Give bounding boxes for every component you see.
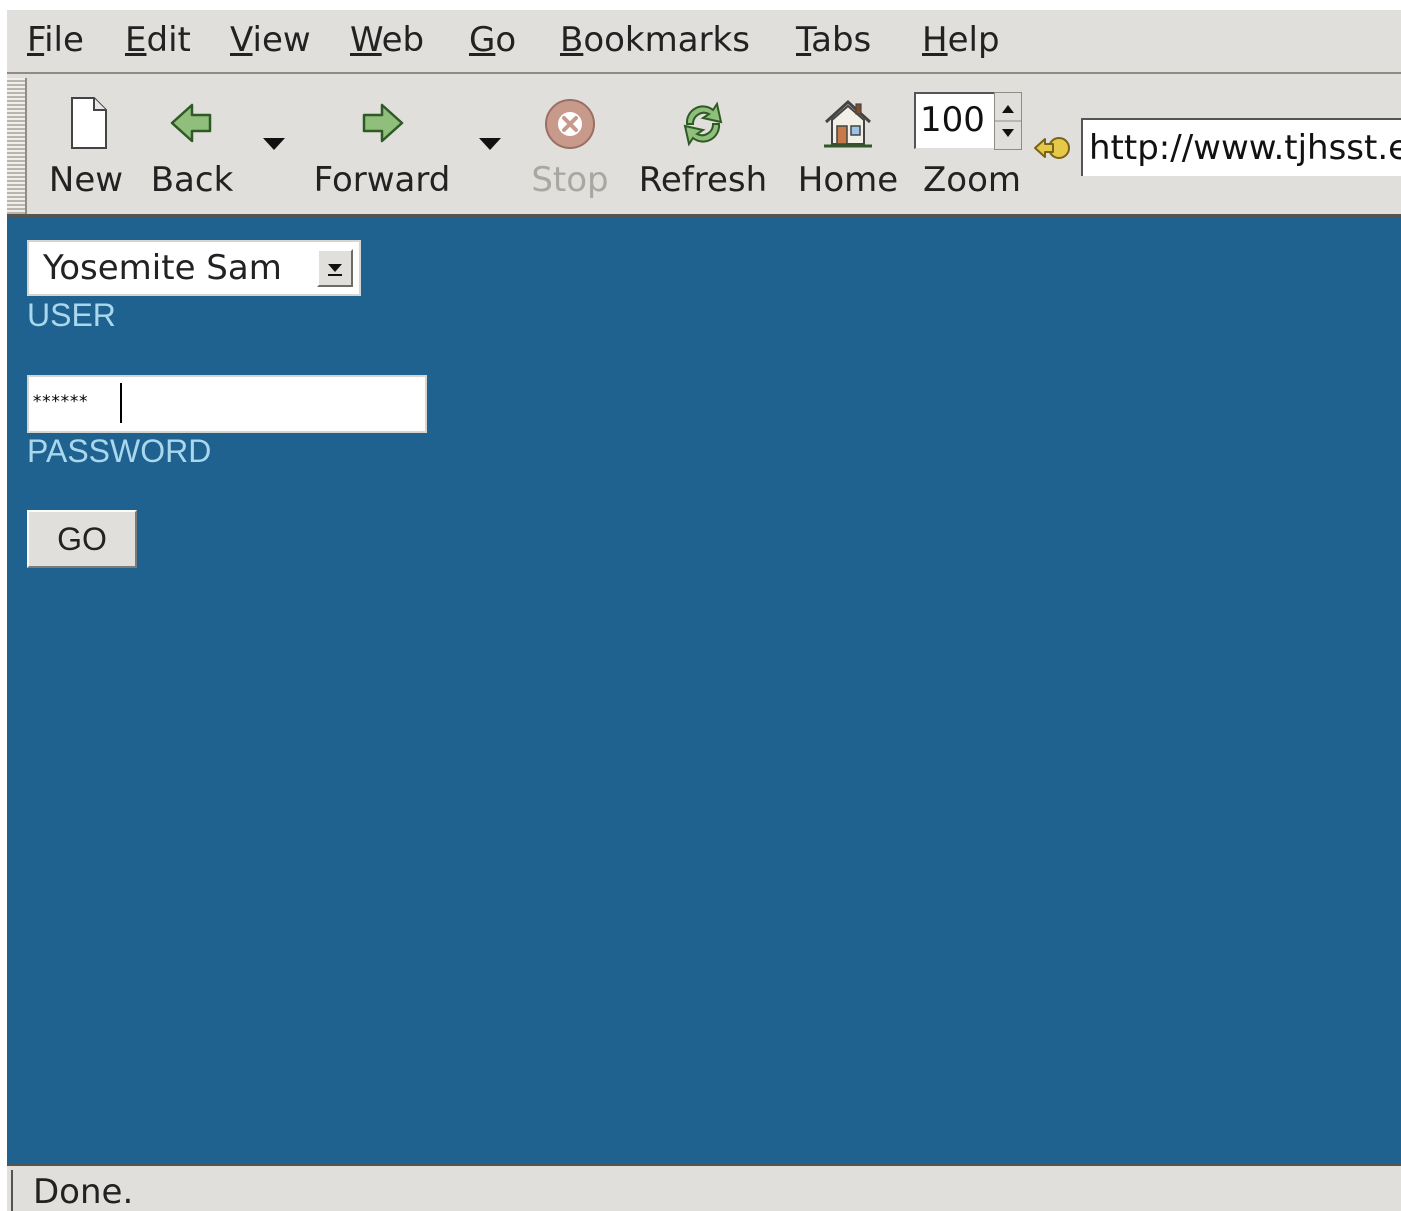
menu-edit[interactable]: Edit — [125, 20, 191, 60]
stop-button[interactable]: Stop — [525, 88, 615, 206]
go-arrow-icon[interactable] — [1033, 130, 1071, 164]
menu-tabs[interactable]: Tabs — [796, 20, 871, 60]
menu-view[interactable]: View — [230, 20, 311, 60]
menu-go[interactable]: Go — [469, 20, 516, 60]
refresh-button[interactable]: Refresh — [633, 88, 773, 206]
menu-help[interactable]: Help — [922, 20, 1000, 60]
chevron-down-icon — [328, 264, 342, 276]
url-field[interactable]: http://www.tjhsst.edu — [1081, 118, 1401, 176]
arrow-left-icon — [170, 103, 212, 143]
refresh-icon — [683, 101, 723, 147]
home-label: Home — [797, 160, 899, 200]
menu-file[interactable]: File — [27, 20, 84, 60]
zoom-label: Zoom — [922, 160, 1021, 200]
back-button[interactable]: Back — [147, 88, 237, 206]
user-label: USER — [27, 297, 116, 333]
password-label: PASSWORD — [27, 433, 212, 469]
browser-window: File Edit View Web Go Bookmarks Tabs Hel… — [0, 0, 1401, 1211]
password-field[interactable]: ****** — [27, 375, 427, 433]
status-text: Done. — [11, 1170, 133, 1211]
forward-button[interactable]: Forward — [307, 88, 457, 206]
text-caret — [120, 383, 122, 423]
spin-arrows-icon — [995, 105, 1021, 137]
stop-label: Stop — [531, 160, 609, 200]
zoom-field[interactable]: 100 — [914, 92, 997, 149]
new-button[interactable]: New — [43, 88, 129, 206]
user-select-value: Yosemite Sam — [43, 248, 282, 288]
go-button[interactable]: GO — [27, 510, 137, 568]
password-value: ****** — [32, 392, 88, 412]
forward-history-dropdown-icon[interactable] — [477, 134, 503, 154]
arrow-right-icon — [362, 103, 404, 143]
new-label: New — [48, 160, 124, 200]
zoom-spinbox[interactable]: 100 — [914, 92, 1024, 152]
back-label: Back — [150, 160, 234, 200]
page-content: Yosemite Sam USER ****** PASSWORD GO — [7, 217, 1401, 1163]
navigation-toolbar: New Back Forward Stop Refresh Home 100 Z… — [7, 74, 1401, 217]
document-new-icon — [71, 97, 107, 149]
home-button[interactable]: Home — [793, 88, 903, 206]
forward-label: Forward — [313, 160, 451, 200]
back-history-dropdown-icon[interactable] — [261, 134, 287, 154]
home-icon — [824, 99, 872, 148]
user-select[interactable]: Yosemite Sam — [27, 240, 361, 296]
menu-bar: File Edit View Web Go Bookmarks Tabs Hel… — [7, 10, 1401, 74]
toolbar-grip-handle[interactable] — [7, 78, 27, 214]
refresh-label: Refresh — [638, 160, 768, 200]
menu-bookmarks[interactable]: Bookmarks — [560, 20, 750, 60]
zoom-spin-buttons[interactable] — [994, 92, 1022, 150]
user-select-dropdown-button[interactable] — [317, 249, 353, 287]
menu-web[interactable]: Web — [350, 20, 424, 60]
stop-icon — [545, 99, 595, 149]
status-bar: Done. — [7, 1163, 1401, 1211]
